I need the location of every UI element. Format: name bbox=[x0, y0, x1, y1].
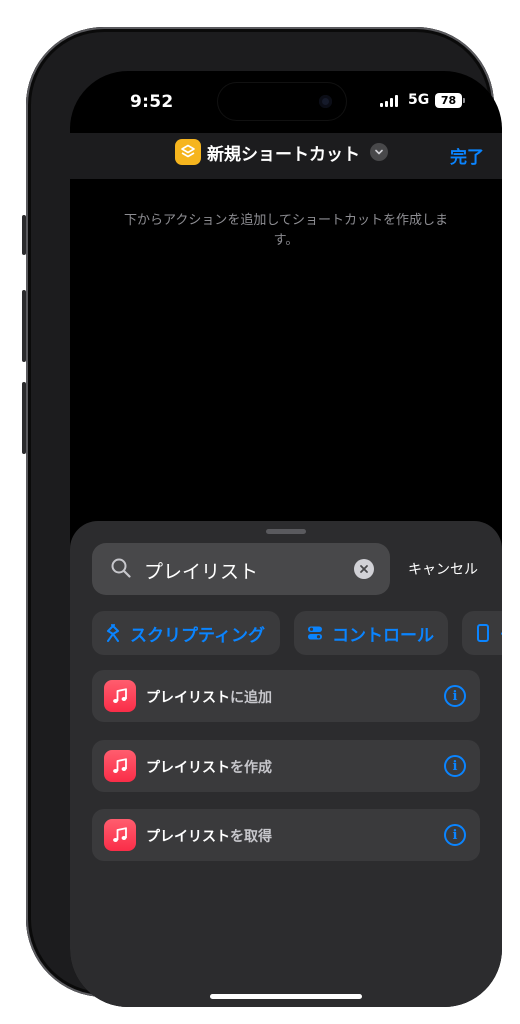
network-type: 5G bbox=[408, 92, 430, 108]
action-row-get-playlist[interactable]: プレイリストを取得 i bbox=[92, 809, 480, 861]
music-icon bbox=[104, 680, 136, 712]
action-search-sheet: プレイリスト キャンセル スクリプティング コントロール プレイリストに追加 i… bbox=[70, 521, 502, 1007]
chip-scripting[interactable]: スクリプティング bbox=[92, 611, 280, 655]
sheet-grabber[interactable] bbox=[266, 529, 306, 534]
status-bar: 9:52 5G 78 bbox=[70, 71, 502, 131]
navigation-bar: 新規ショートカット 完了 bbox=[70, 133, 502, 179]
chip-device[interactable]: デ bbox=[462, 611, 502, 655]
shortcuts-app-icon bbox=[175, 139, 201, 165]
info-icon[interactable]: i bbox=[444, 685, 466, 707]
chevron-down-icon[interactable] bbox=[370, 143, 388, 161]
home-indicator[interactable] bbox=[210, 994, 362, 999]
action-label: プレイリストを取得 bbox=[146, 829, 272, 845]
action-row-create-playlist[interactable]: プレイリストを作成 i bbox=[92, 740, 480, 792]
chip-label: スクリプティング bbox=[130, 625, 265, 646]
dynamic-island bbox=[218, 83, 346, 120]
action-label: プレイリストに追加 bbox=[146, 690, 272, 706]
signal-icon bbox=[380, 95, 398, 107]
search-field[interactable]: プレイリスト bbox=[92, 543, 390, 595]
camera-icon bbox=[319, 95, 332, 108]
action-label: プレイリストを作成 bbox=[146, 760, 272, 776]
search-icon bbox=[111, 558, 131, 578]
music-icon bbox=[104, 819, 136, 851]
status-time: 9:52 bbox=[130, 92, 174, 112]
chip-label: デ bbox=[500, 621, 502, 646]
chip-control[interactable]: コントロール bbox=[294, 611, 448, 655]
phone-frame: 9:52 5G 78 新規ショートカット 完了 下からアクションを追加してショー… bbox=[26, 27, 502, 1007]
category-chips: スクリプティング コントロール bbox=[92, 611, 502, 655]
music-icon bbox=[104, 750, 136, 782]
done-button[interactable]: 完了 bbox=[450, 143, 484, 168]
clear-icon[interactable] bbox=[354, 559, 374, 579]
shortcut-title-menu[interactable]: 新規ショートカット bbox=[175, 139, 388, 165]
battery-icon: 78 bbox=[435, 93, 465, 108]
empty-state-hint: 下からアクションを追加してショートカットを作成します。 bbox=[124, 213, 448, 248]
search-input[interactable]: プレイリスト bbox=[144, 557, 258, 584]
info-icon[interactable]: i bbox=[444, 755, 466, 777]
action-row-add-to-playlist[interactable]: プレイリストに追加 i bbox=[92, 670, 480, 722]
cancel-button[interactable]: キャンセル bbox=[408, 559, 478, 579]
toggle-icon bbox=[306, 624, 324, 642]
info-icon[interactable]: i bbox=[444, 824, 466, 846]
device-icon bbox=[474, 624, 492, 642]
screen: 9:52 5G 78 新規ショートカット 完了 下からアクションを追加してショー… bbox=[70, 71, 502, 1007]
page-title: 新規ショートカット bbox=[207, 144, 360, 165]
script-icon bbox=[104, 624, 122, 642]
chip-label: コントロール bbox=[332, 625, 434, 646]
